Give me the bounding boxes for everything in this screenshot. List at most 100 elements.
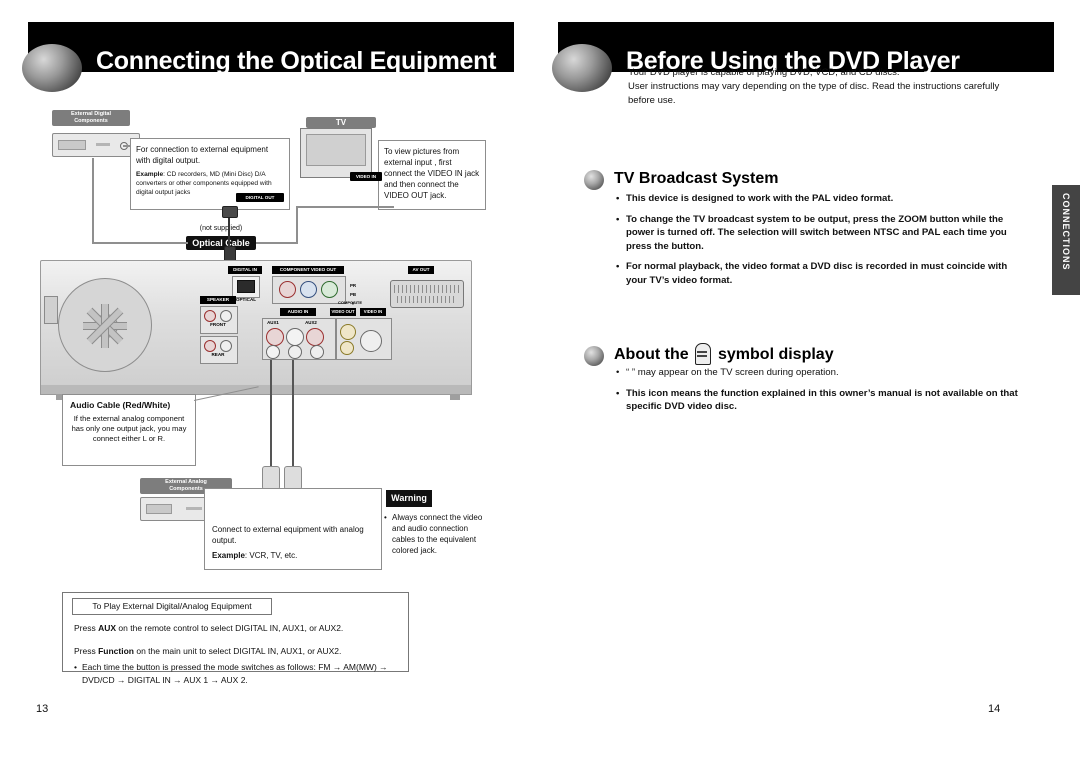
digital-example-label: Example [136, 171, 164, 178]
component-pb-jack [300, 281, 317, 298]
section-1-bullet-2: To change the TV broadcast system to be … [616, 213, 1020, 254]
warning-badge: Warning [386, 490, 432, 507]
aux-instruction-key: AUX [98, 623, 117, 633]
right-header: Before Using the DVD Player [540, 22, 1060, 92]
audio-cable-wire-left [270, 360, 272, 470]
audio-extra-jack-2 [310, 345, 324, 359]
header-bullet-icon [22, 44, 82, 92]
speaker-rear-right [204, 340, 216, 352]
optical-cable-wire [228, 214, 230, 248]
right-page: Before Using the DVD Player Your DVD pla… [540, 0, 1080, 763]
prohibited-symbol-icon [695, 343, 711, 365]
section-2-bullet-icon [584, 346, 604, 366]
function-instruction: Press Function on the main unit to selec… [74, 645, 399, 658]
section-1-title: TV Broadcast System [614, 170, 779, 187]
video-in-jack [340, 341, 354, 355]
pb-label: PB [349, 292, 357, 297]
leader-line-3 [92, 242, 188, 244]
connections-side-tab: CONNECTIONS [1052, 185, 1080, 295]
left-page-title: Connecting the Optical Equipment [96, 47, 497, 75]
section-1-bullet-icon [584, 170, 604, 190]
intro-line-1: Your DVD player is capable of playing DV… [628, 67, 900, 78]
av-out-label: AV OUT [408, 266, 434, 274]
rear-panel-foot-right [450, 394, 460, 400]
component-y-jack [321, 281, 338, 298]
digital-connection-text: For connection to external equipment wit… [136, 145, 269, 165]
pr-label: PR [349, 283, 357, 288]
speaker-rear-left [220, 340, 232, 352]
optical-cable-label: Optical Cable [186, 236, 256, 250]
speaker-front-right [204, 310, 216, 322]
audio-cable-text: If the external analog component has onl… [71, 414, 187, 443]
right-page-number: 14 [988, 703, 1001, 715]
connections-side-tab-label: CONNECTIONS [1061, 193, 1071, 271]
tv-label: TV [306, 117, 376, 128]
external-digital-components-label: External Digital Components [52, 110, 130, 126]
section-2-bullet-1: “ ” may appear on the TV screen during o… [616, 366, 1020, 380]
device-display [58, 140, 86, 150]
manual-spread: Connecting the Optical Equipment Externa… [0, 0, 1080, 763]
left-page-number: 13 [36, 703, 49, 715]
function-instruction-key: Function [98, 646, 134, 656]
video-out-label: VIDEO OUT [330, 308, 356, 316]
analog-connect-text: Connect to external equipment with analo… [212, 525, 364, 545]
external-equipment-text: Press AUX on the remote control to selec… [74, 622, 399, 687]
external-equipment-tag: To Play External Digital/Analog Equipmen… [72, 598, 272, 615]
aux1-label: AUX1 [267, 320, 279, 325]
aux2-right-jack [306, 328, 324, 346]
device-slot [96, 143, 110, 146]
tv-screen [306, 134, 366, 166]
digital-out-tag: DIGITAL OUT [236, 193, 284, 202]
rca-plug-right [284, 466, 302, 490]
optical-plug-end [222, 206, 238, 218]
analog-example-label: Example [212, 551, 245, 560]
component-video-out-label: COMPONENT VIDEO OUT [272, 266, 344, 274]
section-2-title-a: About the [614, 346, 689, 363]
video-out-jack [340, 324, 356, 340]
section-1-bullets: This device is designed to work with the… [616, 192, 1020, 295]
aux1-right-jack [266, 328, 284, 346]
speaker-label: SPEAKER [200, 296, 236, 304]
leader-line-4 [256, 242, 298, 244]
composite-label: COMPOSITE [337, 300, 362, 305]
aux-instruction-c: on the remote control to select DIGITAL … [116, 623, 344, 633]
function-instruction-a: Press [74, 646, 99, 656]
aux1-left-jack [286, 328, 304, 346]
speaker-front-left [220, 310, 232, 322]
component-pr-jack [279, 281, 296, 298]
section-2-bullets: “ ” may appear on the TV screen during o… [616, 366, 1020, 421]
intro-line-2: User instructions may vary depending on … [628, 81, 1000, 106]
s-video-jack [360, 330, 382, 352]
analog-example-text: : VCR, TV, etc. [244, 551, 298, 560]
function-instruction-c: on the main unit to select DIGITAL IN, A… [133, 646, 342, 656]
leader-line-6 [296, 206, 394, 208]
audio-cable-title: Audio Cable (Red/White) [70, 400, 171, 410]
side-panel [44, 296, 58, 324]
front-label: FRONT [210, 322, 226, 327]
analog-device-display [146, 504, 172, 514]
aux2-label: AUX2 [305, 320, 317, 325]
aux-instruction-a: Press [74, 623, 99, 633]
intro-block: Your DVD player is capable of playing DV… [628, 66, 1008, 108]
left-page: Connecting the Optical Equipment Externa… [0, 0, 540, 763]
leader-line-1 [123, 145, 131, 147]
aux-instruction: Press AUX on the remote control to selec… [74, 622, 399, 635]
section-1-bullet-1: This device is designed to work with the… [616, 192, 1020, 206]
rca-plug-left [262, 466, 280, 490]
not-supplied-label: (not supplied) [199, 225, 243, 232]
mode-cycle-text: Each time the button is pressed the mode… [82, 662, 388, 685]
left-header: Connecting the Optical Equipment [0, 22, 520, 92]
right-header-bullet-icon [552, 44, 612, 92]
analog-device-slot [186, 507, 202, 510]
warning-text: Always connect the video and audio conne… [384, 512, 492, 556]
section-2-bullet-2: This icon means the function explained i… [616, 387, 1020, 414]
video-in-label-panel: VIDEO IN [360, 308, 386, 316]
scart-connector [390, 280, 464, 308]
optical-in-socket [237, 280, 255, 293]
leader-line-2 [92, 158, 94, 242]
cooling-fan [58, 278, 152, 372]
section-1-bullet-3: For normal playback, the video format a … [616, 260, 1020, 287]
leader-line-5 [296, 208, 298, 244]
audio-extra-jack [288, 345, 302, 359]
audio-in-label: AUDIO IN [280, 308, 316, 316]
